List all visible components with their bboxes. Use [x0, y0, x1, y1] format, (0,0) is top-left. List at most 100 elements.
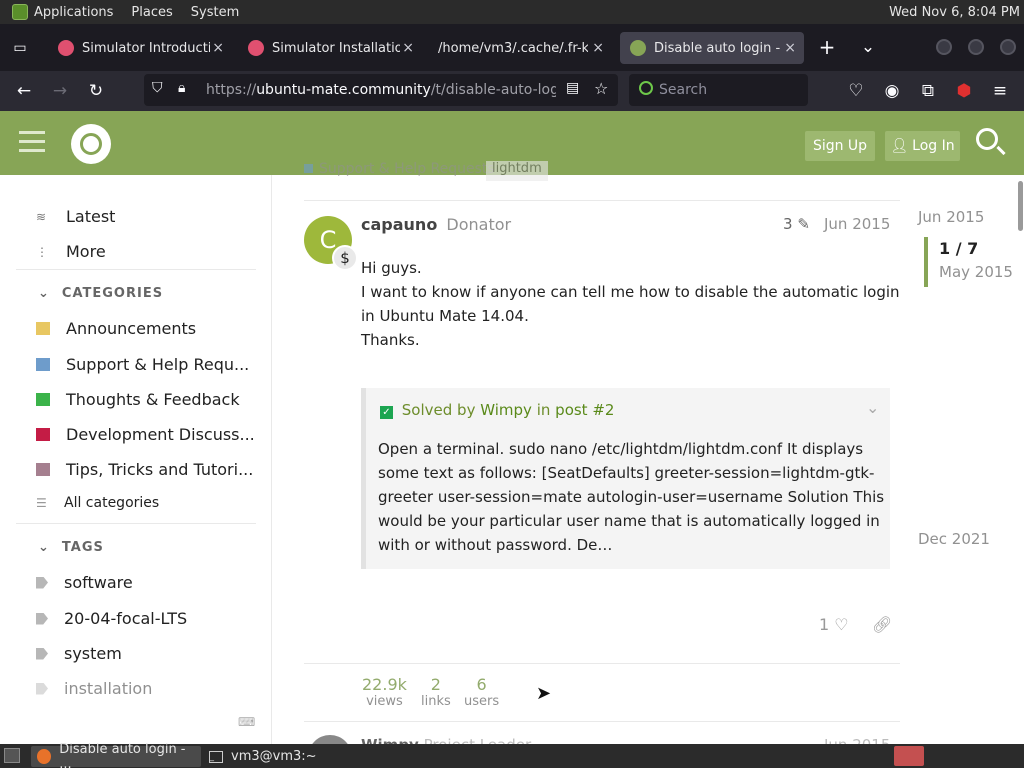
quote-line: with or without password. De…: [378, 536, 613, 554]
navigation-toolbar: ← → ↻ ⛉ 🔒︎ https://ubuntu-mate.community…: [0, 71, 1024, 111]
categories-header[interactable]: ⌄ CATEGORIES: [38, 286, 163, 301]
user-icon: 👤︎: [890, 138, 909, 154]
category-tips[interactable]: Tips, Tricks and Tutori...: [36, 460, 253, 479]
timeline-scroller[interactable]: [924, 237, 928, 287]
terminal-icon: _: [209, 750, 223, 763]
account-icon[interactable]: ◉: [880, 79, 904, 103]
post-date[interactable]: Jun 2015: [824, 215, 890, 233]
all-categories-link[interactable]: ☰ All categories: [36, 495, 159, 511]
stack-icon: ≋: [36, 209, 47, 224]
solved-quote[interactable]: ✓ Solved by Wimpy in post #2 ⌄ Open a te…: [361, 388, 890, 569]
breadcrumb[interactable]: Support & Help Requests: [304, 161, 495, 177]
expand-chevron-icon[interactable]: ⌄: [866, 398, 879, 417]
bookmark-star-icon[interactable]: ☆: [594, 79, 608, 98]
tab-strip: ▭ Simulator Introductio × Simulator Insta…: [0, 24, 1024, 71]
tag-chip[interactable]: lightdm: [486, 161, 548, 181]
maximize-window-icon[interactable]: [968, 39, 984, 55]
sidebar-item-latest[interactable]: ≋ Latest: [36, 207, 115, 226]
sidebar-item-more[interactable]: ⋮ More: [36, 242, 106, 261]
timeline-end[interactable]: Dec 2021: [918, 530, 990, 548]
taskbar-firefox[interactable]: Disable auto login - ...: [31, 742, 201, 768]
top-panel: Applications Places System Wed Nov 6, 8:…: [0, 0, 1024, 24]
taskbar-terminal[interactable]: _ vm3@vm3:~: [203, 746, 363, 767]
donator-badge[interactable]: $: [332, 245, 358, 271]
close-tab-icon[interactable]: ×: [592, 40, 604, 56]
mate-menu-icon[interactable]: [12, 4, 28, 20]
category-development[interactable]: Development Discuss...: [36, 425, 255, 444]
site-search-icon[interactable]: [976, 128, 998, 150]
tags-header[interactable]: ⌄ TAGS: [38, 540, 104, 555]
category-announcements[interactable]: Announcements: [36, 319, 196, 338]
show-desktop-icon[interactable]: [4, 748, 20, 763]
tag-software[interactable]: software: [36, 573, 133, 592]
mouse-cursor: ➤: [536, 683, 552, 704]
hamburger-menu-icon[interactable]: [19, 131, 45, 134]
quote-line: would be your particular user name that …: [378, 512, 880, 530]
system-menu[interactable]: System: [191, 5, 239, 20]
ubuntu-mate-logo[interactable]: [71, 124, 111, 164]
sidebar: ≋ Latest ⋮ More ⌄ CATEGORIES Announcements …: [0, 175, 272, 744]
username-link[interactable]: capauno: [361, 215, 437, 234]
next-post-avatar[interactable]: [308, 735, 352, 744]
solver-link[interactable]: Wimpy: [480, 401, 532, 419]
extensions-icon[interactable]: ⧉: [916, 79, 940, 103]
tag-installation[interactable]: installation: [36, 679, 152, 698]
close-tab-icon[interactable]: ×: [212, 40, 224, 56]
tag-icon: [36, 682, 48, 695]
tab-simulator-intro[interactable]: Simulator Introductio ×: [48, 32, 232, 64]
list-icon: ☰: [36, 496, 47, 510]
next-post-date[interactable]: Jun 2015: [824, 736, 890, 744]
workspace-switcher[interactable]: [894, 746, 924, 766]
edit-history[interactable]: 3 ✎: [783, 215, 810, 233]
tab-favicon-icon: [630, 40, 646, 56]
close-tab-icon[interactable]: ×: [784, 40, 796, 56]
chevron-down-icon: ⌄: [38, 286, 50, 301]
category-support[interactable]: Support & Help Requ...: [36, 355, 249, 374]
like-button[interactable]: 1 ♡: [819, 615, 849, 634]
ublock-icon[interactable]: ⬢: [952, 79, 976, 103]
timeline-start[interactable]: Jun 2015: [918, 208, 984, 226]
category-color-swatch: [36, 358, 50, 371]
minimize-window-icon[interactable]: [936, 39, 952, 55]
log-in-button[interactable]: 👤︎ Log In: [885, 131, 960, 161]
tab-simulator-installation[interactable]: Simulator Installation ×: [238, 32, 422, 64]
new-tab-button[interactable]: +: [815, 35, 839, 59]
tag-20-04-focal-lts[interactable]: 20-04-focal-LTS: [36, 609, 187, 628]
close-window-icon[interactable]: [1000, 39, 1016, 55]
reader-view-icon[interactable]: ▤: [566, 80, 579, 96]
reload-icon[interactable]: ↻: [84, 79, 108, 103]
solution-post-link[interactable]: post #2: [555, 401, 614, 419]
post-body-line: I want to know if anyone can tell me how…: [361, 283, 900, 301]
search-input[interactable]: Search: [629, 74, 808, 106]
category-thoughts[interactable]: Thoughts & Feedback: [36, 390, 240, 409]
app-menu-icon[interactable]: ≡: [988, 79, 1012, 103]
keyboard-shortcuts-icon[interactable]: ⌨: [238, 715, 255, 729]
firefox-icon: [37, 749, 52, 764]
places-menu[interactable]: Places: [131, 5, 172, 20]
tag-system[interactable]: system: [36, 644, 122, 663]
share-link-icon[interactable]: 🔗︎: [872, 615, 892, 634]
applications-menu[interactable]: Applications: [34, 5, 113, 20]
sign-up-button[interactable]: Sign Up: [805, 131, 875, 161]
url-host: ubuntu-mate.community: [256, 82, 431, 98]
checkbox-icon: ✓: [380, 406, 393, 419]
tab-list-icon[interactable]: ⌄: [856, 35, 880, 59]
tab-overview-icon[interactable]: ▭: [8, 36, 32, 60]
taskbar: Disable auto login - ... _ vm3@vm3:~: [0, 742, 1024, 768]
page-scrollbar[interactable]: [1018, 181, 1023, 231]
clock[interactable]: Wed Nov 6, 8:04 PM: [889, 0, 1020, 24]
tab-cache-folder[interactable]: /home/vm3/.cache/.fr-kb ×: [428, 32, 612, 64]
close-tab-icon[interactable]: ×: [402, 40, 414, 56]
tag-icon: [36, 576, 48, 589]
lock-icon[interactable]: 🔒︎: [178, 80, 185, 96]
tracking-shield-icon[interactable]: ⛉: [152, 80, 163, 96]
forward-icon[interactable]: →: [48, 79, 72, 103]
tab-disable-auto-login[interactable]: Disable auto login - S ×: [620, 32, 804, 64]
stat-users: 6 users: [464, 675, 500, 709]
url-bar[interactable]: ⛉ 🔒︎ https://ubuntu-mate.community/t/dis…: [144, 74, 618, 106]
tab-favicon-icon: [248, 40, 264, 56]
pocket-icon[interactable]: ♡: [844, 79, 868, 103]
back-icon[interactable]: ←: [12, 79, 36, 103]
pencil-icon: ✎: [797, 215, 810, 233]
timeline-position: 1 / 7: [939, 239, 979, 258]
